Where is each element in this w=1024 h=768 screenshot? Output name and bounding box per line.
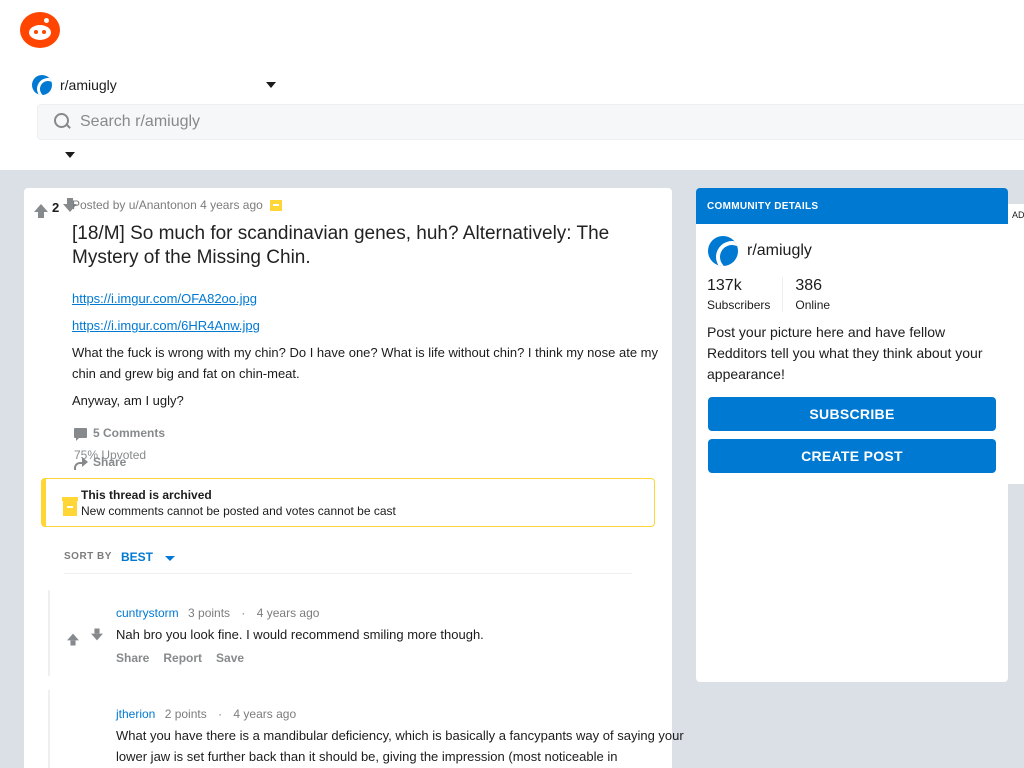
comment-points: 2 points [164,707,207,721]
sidebar-subreddit[interactable]: r/amiugly [708,236,812,266]
archived-description: New comments cannot be posted and votes … [81,504,396,518]
comment-share-button[interactable]: Share [116,651,149,665]
downvote-arrow-icon[interactable] [91,628,103,641]
online-label: Online [795,298,831,312]
logo-antenna [44,18,49,23]
online-stat: 386 Online [782,277,842,312]
top-header: r/amiugly [0,0,1024,170]
separator-dot: · [218,707,223,721]
comment-author[interactable]: jtherion [116,707,155,721]
subreddit-selector-label: r/amiugly [60,77,117,93]
thread-line[interactable] [48,690,50,768]
post-title[interactable]: [18/M] So much for scandinavian genes, h… [72,222,662,270]
share-icon [74,457,88,470]
post-body: https://i.imgur.com/OFA82oo.jpg https://… [72,288,662,417]
upvote-arrow-icon[interactable] [67,633,79,646]
comment-author[interactable]: cuntrystorm [116,606,179,620]
post-meta: Posted by u/Anantonon 4 years ago [72,198,282,212]
community-stats: 137k Subscribers 386 Online [707,277,842,312]
thread-line[interactable] [48,590,50,676]
archived-title: This thread is archived [81,488,212,502]
separator-dot: · [241,606,246,620]
post-paragraph: What the fuck is wrong with my chin? Do … [72,345,658,381]
sort-bar: SORT BY BEST [64,542,632,574]
comment-actions: Share Report Save [116,651,244,665]
subreddit-selector[interactable]: r/amiugly [32,74,280,96]
comments-count: 5 Comments [93,426,166,440]
comment-icon [74,428,87,441]
search-bar[interactable] [37,104,1024,140]
reddit-logo-icon[interactable] [20,12,60,48]
subscribers-count: 137k [707,277,742,294]
comments-button[interactable]: 5 Comments [74,426,166,441]
comment: jtherion 2 points · 4 years ago What you… [48,690,684,768]
comment-report-button[interactable]: Report [163,651,202,665]
comment-header: cuntrystorm 3 points · 4 years ago [116,606,319,620]
upvote-arrow-icon[interactable] [34,203,48,218]
comment-header: jtherion 2 points · 4 years ago [116,707,296,721]
search-icon [54,113,72,131]
archive-icon [269,199,282,211]
chevron-down-icon[interactable] [164,556,175,561]
post-score: 2 [52,200,60,215]
comment-save-button[interactable]: Save [216,651,244,665]
chevron-down-icon[interactable] [266,82,276,88]
comment-text: What you have there is a mandibular defi… [116,728,684,764]
community-description: Post your picture here and have fellow R… [707,324,983,382]
post-card: 2 Posted by u/Anantonon 4 years ago [18/… [24,188,684,768]
create-post-button[interactable]: CREATE POST [708,439,996,473]
comment: cuntrystorm 3 points · 4 years ago Nah b… [48,590,672,680]
subscribe-button[interactable]: SUBSCRIBE [708,397,996,431]
logo-eye [34,30,38,34]
comment-points: 3 points [188,606,231,620]
sort-label: SORT BY [64,551,112,562]
subscribers-stat: 137k Subscribers [707,277,782,312]
comment-time: 4 years ago [256,606,320,620]
post-link-2[interactable]: https://i.imgur.com/6HR4Anw.jpg [72,318,260,333]
post-actions: 5 Comments 75% Upvoted Share [74,426,166,470]
logo-eye [42,30,46,34]
sidebar-subreddit-name: r/amiugly [747,242,812,259]
sort-dropdown[interactable]: BEST [121,550,153,564]
archive-icon [62,497,78,516]
comment-time: 4 years ago [233,707,297,721]
subscribers-label: Subscribers [707,298,771,312]
comment-vote-controls [66,628,104,646]
subreddit-icon [32,75,52,95]
online-count: 386 [795,277,823,294]
ad-label: AD [1008,204,1024,484]
post-paragraph: Anyway, am I ugly? [72,393,184,408]
subreddit-icon [708,236,738,266]
community-details-sidebar: COMMUNITY DETAILS r/amiugly 137k Subscri… [696,188,1008,682]
menu-chevron-down-icon[interactable] [65,152,75,158]
share-label: Share [93,455,127,469]
share-button[interactable]: Share [74,455,127,470]
archived-notice: This thread is archived New comments can… [41,478,655,527]
sidebar-header: COMMUNITY DETAILS [696,188,1008,224]
comment-text: Nah bro you look fine. I would recommend… [116,627,484,642]
post-meta-text: Posted by u/Anantonon 4 years ago [72,198,263,212]
search-input[interactable] [80,113,980,131]
logo-face [29,25,51,40]
post-link-1[interactable]: https://i.imgur.com/OFA82oo.jpg [72,291,257,306]
